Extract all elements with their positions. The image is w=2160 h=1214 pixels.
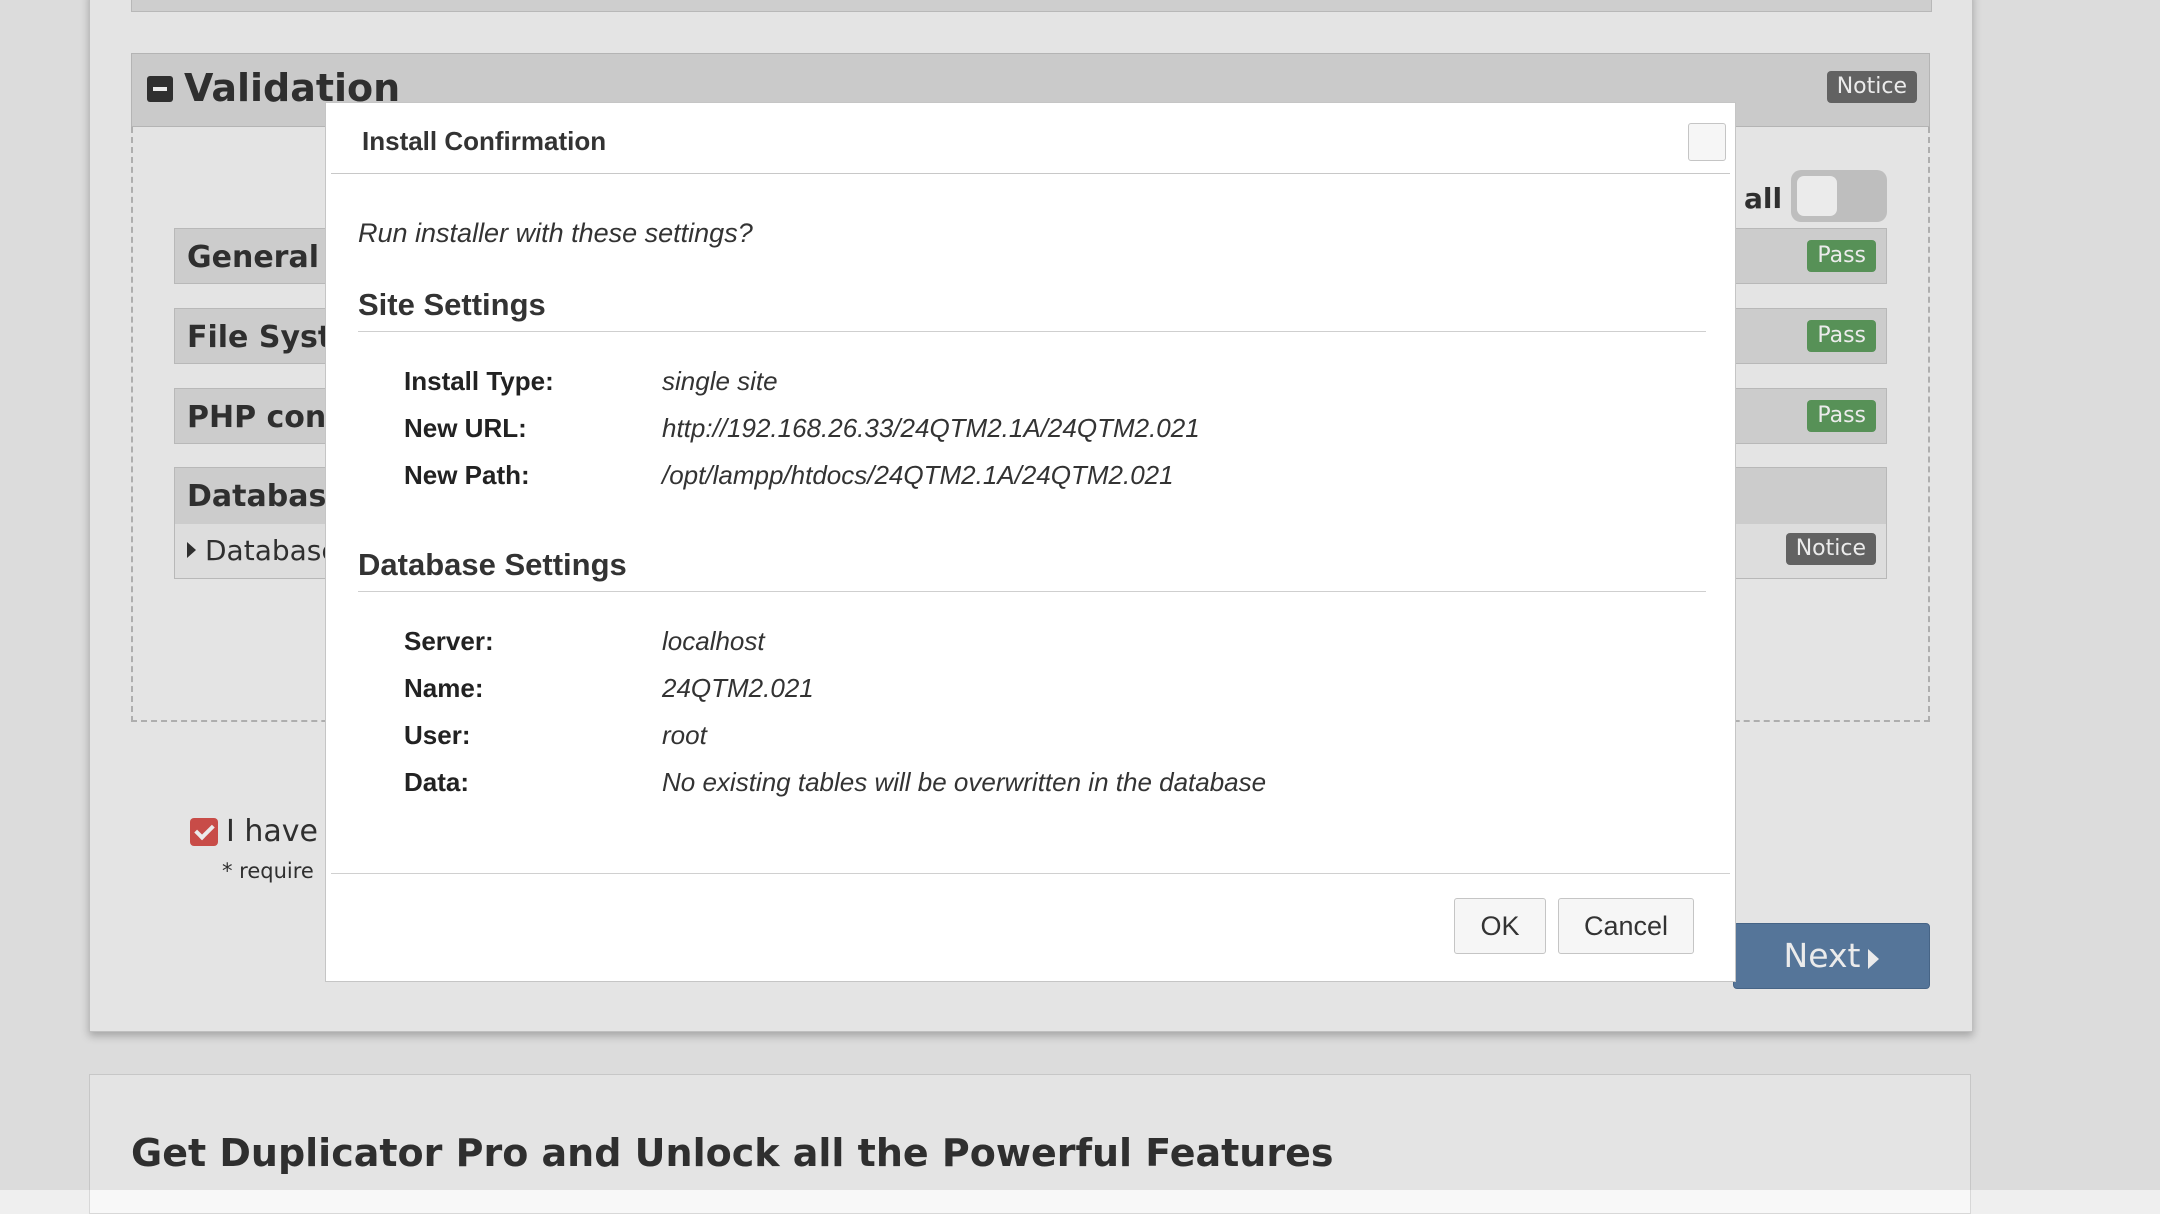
dialog-titlebar[interactable]: Install Confirmation [331, 103, 1730, 174]
new-path-value: /opt/lampp/htdocs/24QTM2.1A/24QTM2.021 [662, 460, 1174, 490]
db-user-value: root [662, 720, 707, 750]
data-value: No existing tables will be overwritten i… [662, 767, 1267, 797]
data-label: Data: [404, 767, 470, 797]
new-path-label: New Path: [404, 460, 530, 490]
dialog-title: Install Confirmation [362, 126, 607, 156]
close-icon[interactable] [1688, 123, 1726, 161]
server-label: Server: [404, 626, 494, 656]
new-url-value: http://192.168.26.33/24QTM2.1A/24QTM2.02… [662, 413, 1200, 443]
db-name-label: Name: [404, 673, 484, 703]
site-settings-heading: Site Settings [358, 287, 1706, 332]
server-value: localhost [662, 626, 765, 656]
cancel-button[interactable]: Cancel [1558, 898, 1694, 954]
install-type-value: single site [662, 366, 778, 396]
dialog-buttonpane: OK Cancel [331, 873, 1730, 978]
install-confirmation-dialog: Install Confirmation Run installer with … [325, 102, 1736, 982]
db-user-label: User: [404, 720, 471, 750]
db-name-value: 24QTM2.021 [662, 673, 814, 703]
install-type-label: Install Type: [404, 366, 554, 396]
dialog-question: Run installer with these settings? [358, 218, 753, 248]
database-settings-heading: Database Settings [358, 547, 1706, 592]
new-url-label: New URL: [404, 413, 527, 443]
ok-button[interactable]: OK [1454, 898, 1546, 954]
